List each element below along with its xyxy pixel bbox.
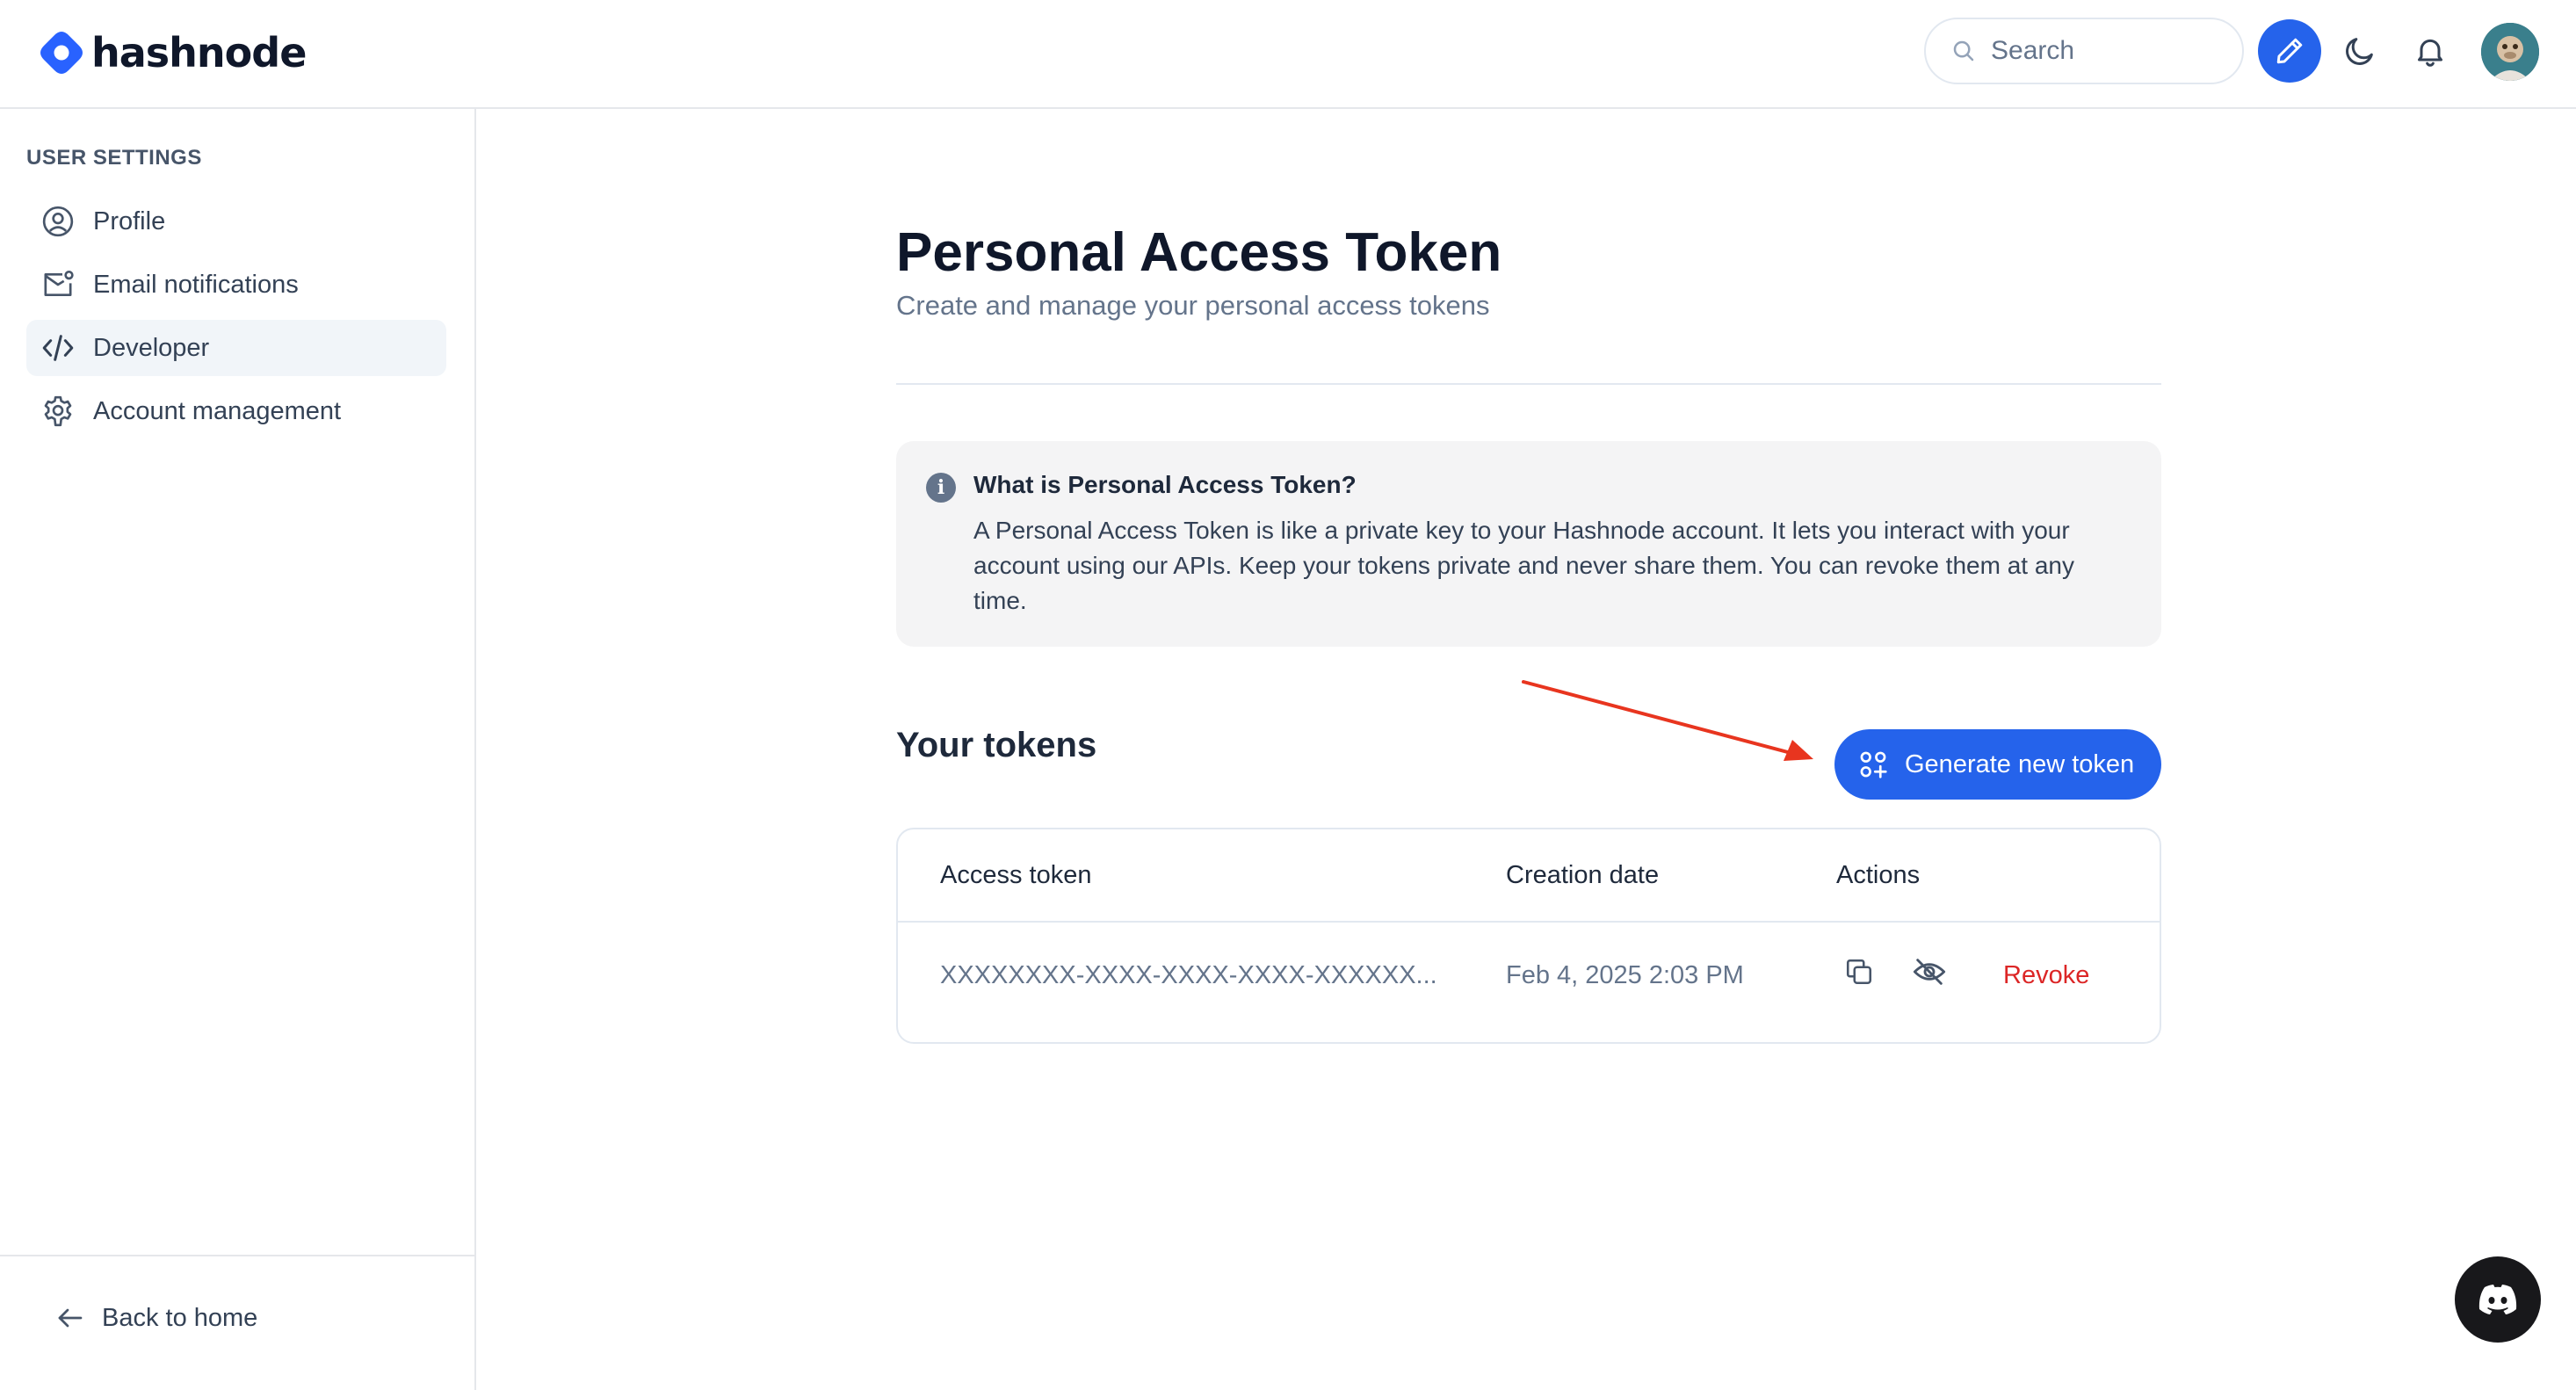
sidebar-item-label: Email notifications	[93, 270, 299, 299]
user-circle-icon	[40, 204, 76, 239]
copy-token-button[interactable]	[1840, 952, 1878, 991]
sidebar-heading: USER SETTINGS	[26, 146, 202, 170]
moon-icon	[2346, 38, 2373, 65]
tokens-table: Access token Creation date Actions XXXXX…	[896, 828, 2161, 1044]
sidebar-footer: Back to home	[0, 1255, 474, 1390]
info-icon: i	[926, 473, 956, 503]
discord-chat-button[interactable]	[2455, 1256, 2541, 1343]
column-header-access-token: Access token	[940, 861, 1092, 889]
top-header: hashnode Search	[0, 0, 2576, 109]
code-icon	[40, 330, 76, 366]
settings-sidebar: USER SETTINGS Profile Email notification…	[0, 109, 476, 1390]
discord-icon	[2478, 1285, 2517, 1314]
back-to-home-link[interactable]: Back to home	[54, 1302, 257, 1334]
avatar-image	[2481, 23, 2539, 81]
back-to-home-label: Back to home	[102, 1303, 258, 1332]
page-title: Personal Access Token	[896, 222, 1502, 283]
brand-name: hashnode	[91, 29, 307, 76]
theme-toggle-button[interactable]	[2339, 30, 2381, 72]
search-placeholder: Search	[1991, 36, 2075, 65]
sidebar-item-label: Profile	[93, 206, 166, 235]
page-subtitle: Create and manage your personal access t…	[896, 290, 1490, 321]
sidebar-item-account-management[interactable]: Account management	[26, 383, 446, 439]
write-article-button[interactable]	[2258, 19, 2321, 83]
section-divider	[896, 383, 2161, 385]
sidebar-item-label: Account management	[93, 396, 342, 425]
generate-token-label: Generate new token	[1905, 749, 2135, 778]
user-avatar[interactable]	[2481, 23, 2539, 81]
token-creation-date: Feb 4, 2025 2:03 PM	[1506, 961, 1744, 989]
info-title: What is Personal Access Token?	[973, 471, 1357, 498]
info-callout: i What is Personal Access Token? A Perso…	[896, 441, 2161, 647]
column-header-creation-date: Creation date	[1506, 861, 1660, 889]
search-icon	[1953, 40, 1974, 62]
sidebar-item-developer[interactable]: Developer	[26, 320, 446, 376]
pencil-icon	[2276, 38, 2303, 64]
tokens-heading: Your tokens	[896, 726, 1097, 764]
generate-token-button[interactable]: Generate new token	[1834, 729, 2161, 800]
apps-add-icon	[1860, 751, 1887, 778]
hashnode-logo-icon	[40, 32, 83, 74]
eye-off-icon	[1913, 959, 1946, 985]
table-header: Access token Creation date Actions	[898, 829, 2160, 923]
gear-icon	[40, 394, 76, 429]
hashnode-logo[interactable]: hashnode	[39, 26, 307, 79]
info-body: A Personal Access Token is like a privat…	[973, 517, 2074, 614]
revoke-token-button[interactable]: Revoke	[2003, 961, 2089, 990]
token-value: XXXXXXXX-XXXX-XXXX-XXXX-XXXXXX...	[940, 961, 1437, 989]
arrow-left-icon	[58, 1308, 83, 1328]
notifications-button[interactable]	[2409, 30, 2451, 72]
sidebar-item-label: Developer	[93, 333, 210, 362]
mail-notification-icon	[40, 267, 76, 302]
toggle-token-visibility-button[interactable]	[1910, 952, 1949, 991]
sidebar-item-email-notifications[interactable]: Email notifications	[26, 257, 446, 313]
column-header-actions: Actions	[1836, 861, 1921, 889]
sidebar-item-profile[interactable]: Profile	[26, 193, 446, 250]
search-input[interactable]: Search	[1924, 18, 2244, 84]
bell-icon	[2418, 39, 2442, 67]
copy-icon	[1846, 959, 1872, 985]
annotation-arrow	[1522, 680, 1813, 761]
